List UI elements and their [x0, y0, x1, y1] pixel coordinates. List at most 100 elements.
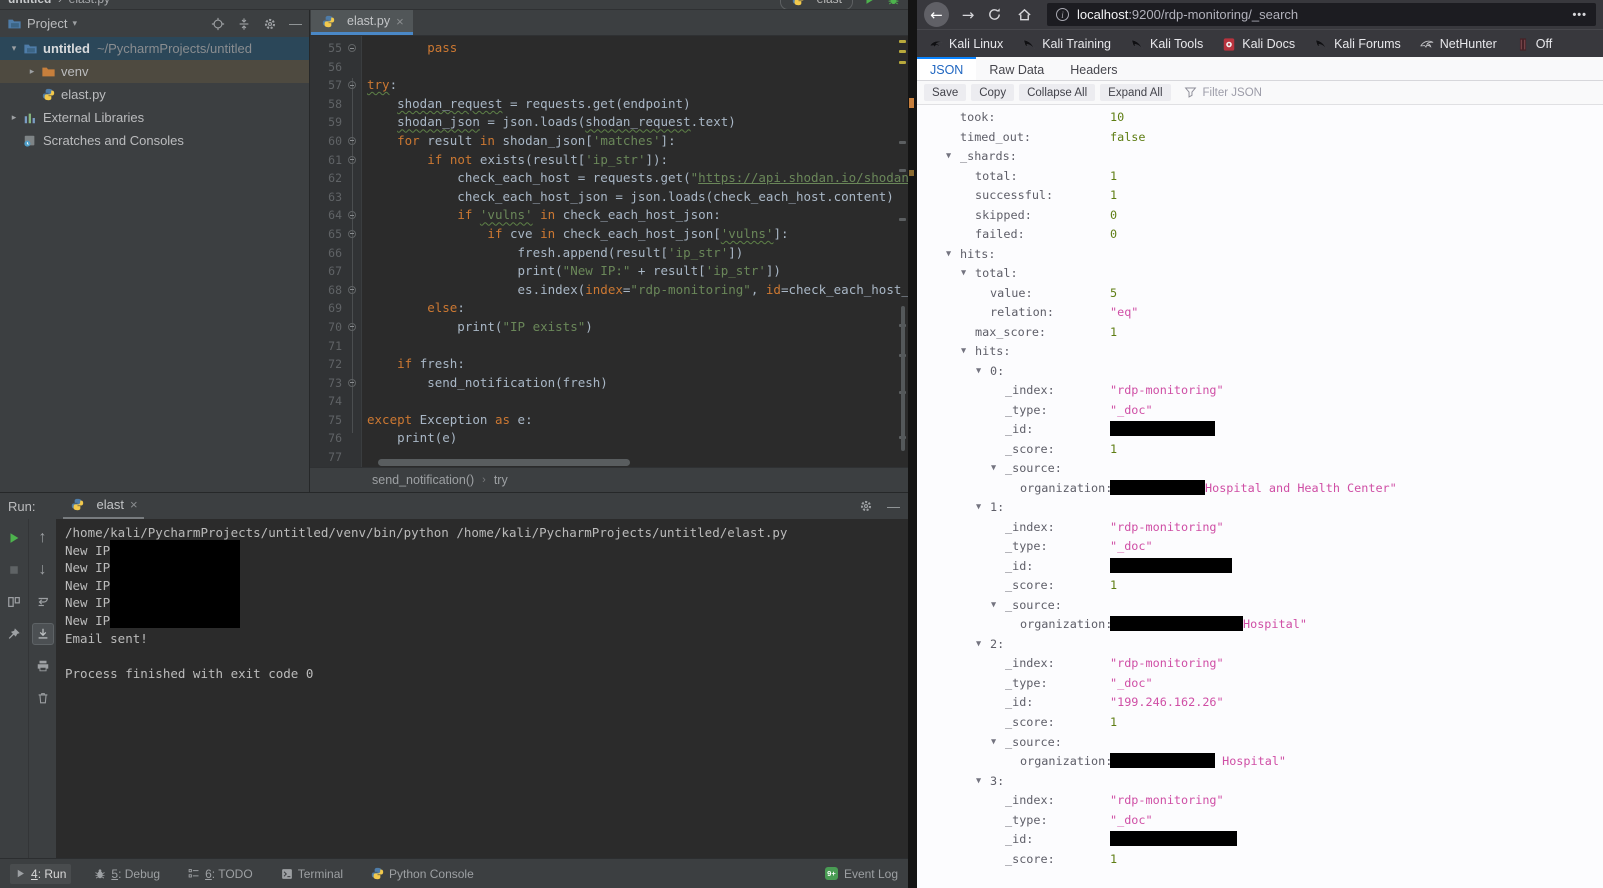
code-editor[interactable]: 55 pass 56 57 try: 58 shodan_request = reque…: [310, 36, 908, 467]
pin-tab-button[interactable]: [3, 623, 25, 645]
bookmark-kali-linux[interactable]: Kali Linux: [929, 37, 1003, 51]
code-line-60[interactable]: 60 for result in shodan_json['matches']:: [310, 132, 908, 151]
json-row-max_score[interactable]: max_score: 1: [917, 323, 1603, 343]
json-row-_source[interactable]: ▼ _source:: [917, 733, 1603, 753]
code-line-59[interactable]: 59 shodan_json = json.loads(shodan_reque…: [310, 113, 908, 132]
editor-vscrollbar[interactable]: [901, 306, 905, 451]
code-line-68[interactable]: 68 es.index(index="rdp-monitoring", id=c…: [310, 281, 908, 300]
chevron-right-icon[interactable]: ▸: [6, 112, 22, 123]
json-row-_source[interactable]: ▼ _source:: [917, 459, 1603, 479]
window-divider[interactable]: [908, 0, 917, 888]
json-row-_index[interactable]: _index: "rdp-monitoring": [917, 791, 1603, 811]
down-stacktrace-button[interactable]: ↓: [32, 559, 54, 581]
code-line-73[interactable]: 73 send_notification(fresh): [310, 374, 908, 393]
statusbar-python-console-button[interactable]: Python Console: [366, 864, 479, 884]
project-tree-item-elast-py[interactable]: elast.py: [0, 83, 309, 106]
json-row-_id[interactable]: _id:: [917, 420, 1603, 440]
bookmark-kali-tools[interactable]: Kali Tools: [1130, 37, 1203, 51]
expand-all-button[interactable]: Expand All: [1100, 84, 1171, 101]
url-bar[interactable]: i localhost:9200/rdp-monitoring/_search …: [1047, 3, 1596, 26]
run-button[interactable]: [863, 0, 877, 6]
json-row-timed_out[interactable]: timed_out: false: [917, 128, 1603, 148]
expand-triangle-icon[interactable]: ▼: [976, 498, 981, 518]
page-actions-icon[interactable]: •••: [1572, 9, 1587, 21]
scroll-to-end-button[interactable]: [31, 623, 54, 645]
back-button[interactable]: ←: [924, 2, 949, 27]
json-row-_type[interactable]: _type: "_doc": [917, 674, 1603, 694]
json-row-_id[interactable]: _id:: [917, 830, 1603, 850]
chevron-down-icon[interactable]: ▾: [72, 18, 77, 29]
run-tab-elast[interactable]: elast ×: [63, 494, 144, 519]
expand-triangle-icon[interactable]: ▼: [961, 342, 966, 362]
expand-triangle-icon[interactable]: ▼: [991, 596, 996, 616]
locate-file-icon[interactable]: [211, 17, 225, 31]
json-row-_index[interactable]: _index: "rdp-monitoring": [917, 381, 1603, 401]
code-line-74[interactable]: 74: [310, 392, 908, 411]
statusbar-terminal-button[interactable]: Terminal: [276, 864, 348, 884]
code-line-70[interactable]: 70 print("IP exists"): [310, 318, 908, 337]
json-row-hits[interactable]: ▼ hits:: [917, 245, 1603, 265]
json-row-_shards[interactable]: ▼ _shards:: [917, 147, 1603, 167]
code-line-61[interactable]: 61 if not exists(result['ip_str']):: [310, 151, 908, 170]
fold-marker-icon[interactable]: [348, 211, 356, 220]
expand-triangle-icon[interactable]: ▼: [991, 459, 996, 479]
editor-hscrollbar[interactable]: [367, 459, 894, 466]
bookmark-kali-training[interactable]: Kali Training: [1022, 37, 1111, 51]
json-row-_score[interactable]: _score: 1: [917, 850, 1603, 870]
statusbar-run-button[interactable]: 4: Run: [10, 863, 72, 884]
json-row-3[interactable]: ▼ 3:: [917, 772, 1603, 792]
reload-button[interactable]: [987, 7, 1009, 22]
json-row-2[interactable]: ▼ 2:: [917, 635, 1603, 655]
json-row-_index[interactable]: _index: "rdp-monitoring": [917, 654, 1603, 674]
bookmark-kali-forums[interactable]: Kali Forums: [1314, 37, 1401, 51]
json-row-1[interactable]: ▼ 1:: [917, 498, 1603, 518]
project-tree-item-untitled[interactable]: ▾ untitled ~/PycharmProjects/untitled: [0, 37, 309, 60]
forward-button[interactable]: →: [957, 6, 979, 24]
fold-marker-icon[interactable]: [348, 136, 356, 145]
code-line-64[interactable]: 64 if 'vulns' in check_each_host_json:: [310, 206, 908, 225]
json-row-organization[interactable]: organization: Hospital": [917, 615, 1603, 635]
json-row-_type[interactable]: _type: "_doc": [917, 537, 1603, 557]
restore-layout-button[interactable]: [3, 591, 25, 613]
code-line-66[interactable]: 66 fresh.append(result['ip_str']): [310, 244, 908, 263]
fold-marker-icon[interactable]: [348, 229, 356, 238]
expand-triangle-icon[interactable]: ▼: [946, 245, 951, 265]
json-row-took[interactable]: took: 10: [917, 108, 1603, 128]
json-row-relation[interactable]: relation: "eq": [917, 303, 1603, 323]
home-button[interactable]: [1017, 7, 1039, 22]
json-row-_score[interactable]: _score: 1: [917, 713, 1603, 733]
json-row-0[interactable]: ▼ 0:: [917, 362, 1603, 382]
hide-panel-icon[interactable]: —: [887, 499, 900, 514]
code-line-56[interactable]: 56: [310, 58, 908, 77]
fold-marker-icon[interactable]: [348, 81, 356, 90]
run-config-selector[interactable]: elast: [779, 0, 853, 9]
rerun-button[interactable]: [3, 527, 25, 549]
json-row-_score[interactable]: _score: 1: [917, 576, 1603, 596]
code-line-65[interactable]: 65 if cve in check_each_host_json['vulns…: [310, 225, 908, 244]
code-line-58[interactable]: 58 shodan_request = requests.get(endpoin…: [310, 95, 908, 114]
up-stacktrace-button[interactable]: ↑: [32, 527, 54, 549]
site-info-icon[interactable]: i: [1056, 8, 1069, 21]
json-row-_score[interactable]: _score: 1: [917, 440, 1603, 460]
json-row-_source[interactable]: ▼ _source:: [917, 596, 1603, 616]
breadcrumb-function[interactable]: send_notification(): [372, 473, 474, 487]
bookmark-kali-docs[interactable]: Kali Docs: [1222, 37, 1295, 51]
code-line-71[interactable]: 71: [310, 337, 908, 356]
close-icon[interactable]: ×: [130, 497, 138, 512]
json-row-_id[interactable]: _id:: [917, 557, 1603, 577]
project-tree-item-external-libraries[interactable]: ▸ External Libraries: [0, 106, 309, 129]
fold-marker-icon[interactable]: [348, 322, 356, 331]
json-row-_type[interactable]: _type: "_doc": [917, 401, 1603, 421]
code-line-72[interactable]: 72 if fresh:: [310, 355, 908, 374]
json-row-organization[interactable]: organization: Hospital and Health Center": [917, 479, 1603, 499]
code-line-67[interactable]: 67 print("New IP:" + result['ip_str']): [310, 262, 908, 281]
json-row-_type[interactable]: _type: "_doc": [917, 811, 1603, 831]
code-line-63[interactable]: 63 check_each_host_json = json.loads(che…: [310, 188, 908, 207]
gear-icon[interactable]: [859, 499, 873, 513]
event-log-button[interactable]: Event Log: [844, 867, 898, 881]
editor-tab-elast[interactable]: elast.py ×: [311, 10, 413, 35]
viewer-tab-json[interactable]: JSON: [917, 57, 977, 80]
hide-panel-icon[interactable]: —: [289, 16, 302, 31]
viewer-tab-raw-data[interactable]: Raw Data: [976, 57, 1057, 80]
project-tree-item-scratches-and-consoles[interactable]: Scratches and Consoles: [0, 129, 309, 152]
